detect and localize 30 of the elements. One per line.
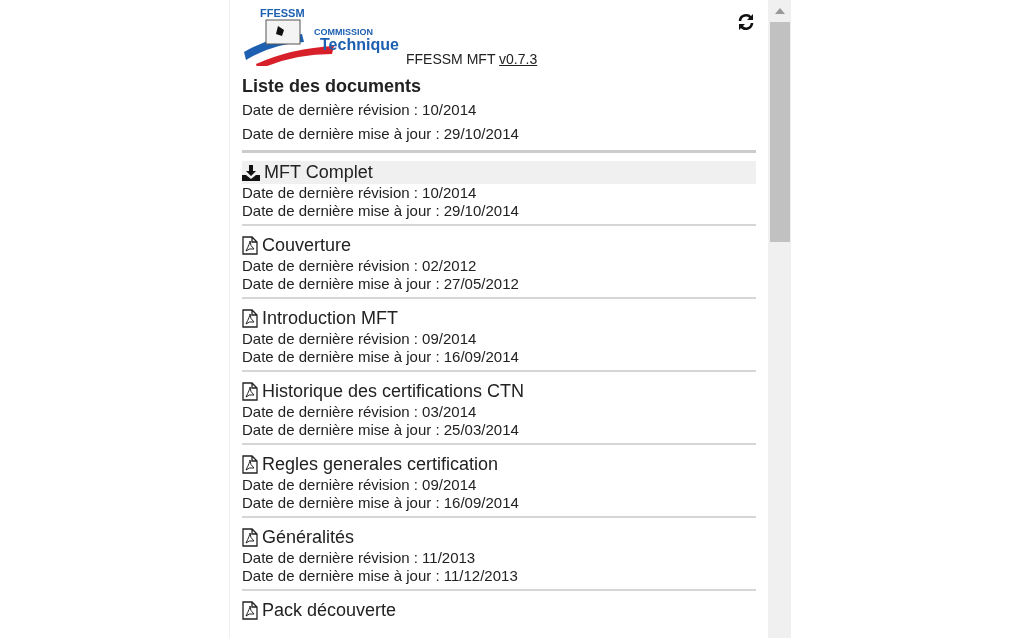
scrollbar[interactable] (768, 0, 791, 638)
logo: FFESSM COMMISSION Technique (242, 4, 402, 66)
scroll-thumb[interactable] (769, 22, 790, 242)
update-date: Date de dernière mise à jour : 29/10/2014 (242, 124, 520, 144)
revision-date: Date de dernière révision : 09/2014 (242, 476, 478, 494)
app-name: FFESSM MFT (406, 51, 496, 67)
update-date: Date de dernière mise à jour : 16/09/2014 (242, 348, 520, 366)
pdf-file-icon (242, 455, 258, 474)
list-title: Liste des documents (242, 75, 423, 98)
revision-date: Date de dernière révision : 10/2014 (242, 100, 478, 120)
update-date: Date de dernière mise à jour : 25/03/2014 (242, 421, 520, 439)
update-date: Date de dernière mise à jour : 16/09/2014 (242, 494, 520, 512)
refresh-icon[interactable] (736, 12, 756, 32)
update-date: Date de dernière mise à jour : 27/05/2012 (242, 275, 520, 293)
pdf-file-icon (242, 309, 258, 328)
download-icon (242, 164, 260, 181)
update-date: Date de dernière mise à jour : 11/12/2013 (242, 567, 519, 585)
pdf-file-icon (242, 528, 258, 547)
revision-date: Date de dernière révision : 03/2014 (242, 403, 478, 421)
version-link[interactable]: v0.7.3 (499, 51, 538, 67)
pdf-file-icon (242, 382, 258, 401)
update-date: Date de dernière mise à jour : 29/10/2014 (242, 202, 520, 220)
document-link[interactable]: MFT Complet (242, 161, 756, 184)
revision-date: Date de dernière révision : 11/2013 (242, 549, 477, 567)
scroll-up-icon[interactable] (774, 8, 785, 14)
revision-date: Date de dernière révision : 09/2014 (242, 330, 478, 348)
pdf-file-icon (242, 236, 258, 255)
revision-date: Date de dernière révision : 02/2012 (242, 257, 478, 275)
pdf-file-icon (242, 601, 258, 620)
revision-date: Date de dernière révision : 10/2014 (242, 184, 478, 202)
